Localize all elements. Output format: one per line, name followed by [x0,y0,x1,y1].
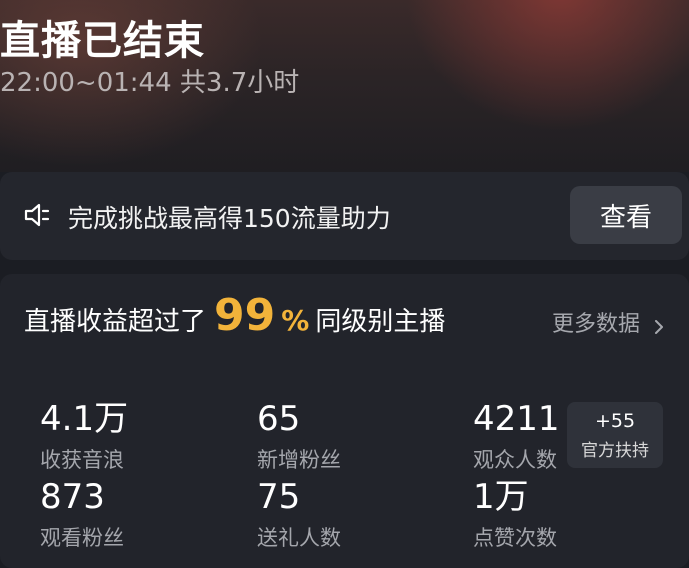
rank-percent-sign: % [281,304,310,337]
stat-value: 4.1万 [40,399,129,439]
stat-gift-senders: 75 送礼人数 [257,480,341,552]
support-label: 官方扶持 [581,441,649,461]
page-title: 直播已结束 [0,18,205,64]
official-support-badge: +55 官方扶持 [567,402,663,468]
stat-viewers: 4211 观众人数 [473,402,560,474]
live-duration: 22:00~01:44 共3.7小时 [0,68,300,98]
stat-value: 4211 [473,399,560,439]
more-data-link[interactable]: 更多数据 [552,306,666,338]
live-ended-header: 直播已结束 22:00~01:44 共3.7小时 [0,0,689,172]
stat-value: 873 [40,477,105,517]
stat-label: 送礼人数 [257,526,341,550]
stat-label: 收获音浪 [40,448,124,472]
challenge-text: 完成挑战最高得150流量助力 [68,204,391,233]
support-value: +55 [594,410,636,432]
speaker-icon [22,200,52,230]
rank-percent: 99 [214,290,276,341]
stat-value: 75 [257,477,301,517]
stat-label: 点赞次数 [473,526,557,550]
challenge-banner[interactable]: 完成挑战最高得150流量助力 查看 [0,172,689,260]
stat-likes: 1万 点赞次数 [473,480,557,552]
earnings-rank: 直播收益超过了 99 % 同级别主播 [24,294,445,338]
view-button[interactable]: 查看 [570,186,682,244]
stat-label: 新增粉丝 [257,448,341,472]
stat-new-fans: 65 新增粉丝 [257,402,341,474]
stat-label: 观看粉丝 [40,526,124,550]
more-data-label: 更多数据 [552,312,641,337]
chevron-right-icon [652,315,666,334]
stat-sound-waves: 4.1万 收获音浪 [40,402,128,474]
rank-prefix: 直播收益超过了 [24,307,207,337]
stat-value: 1万 [473,477,529,517]
stat-value: 65 [257,399,301,439]
stats-panel: 直播收益超过了 99 % 同级别主播 更多数据 4.1万 收获音浪 65 新增粉… [0,274,689,568]
stat-fan-viewers: 873 观看粉丝 [40,480,124,552]
stat-label: 观众人数 [473,448,557,472]
rank-suffix: 同级别主播 [315,307,446,337]
